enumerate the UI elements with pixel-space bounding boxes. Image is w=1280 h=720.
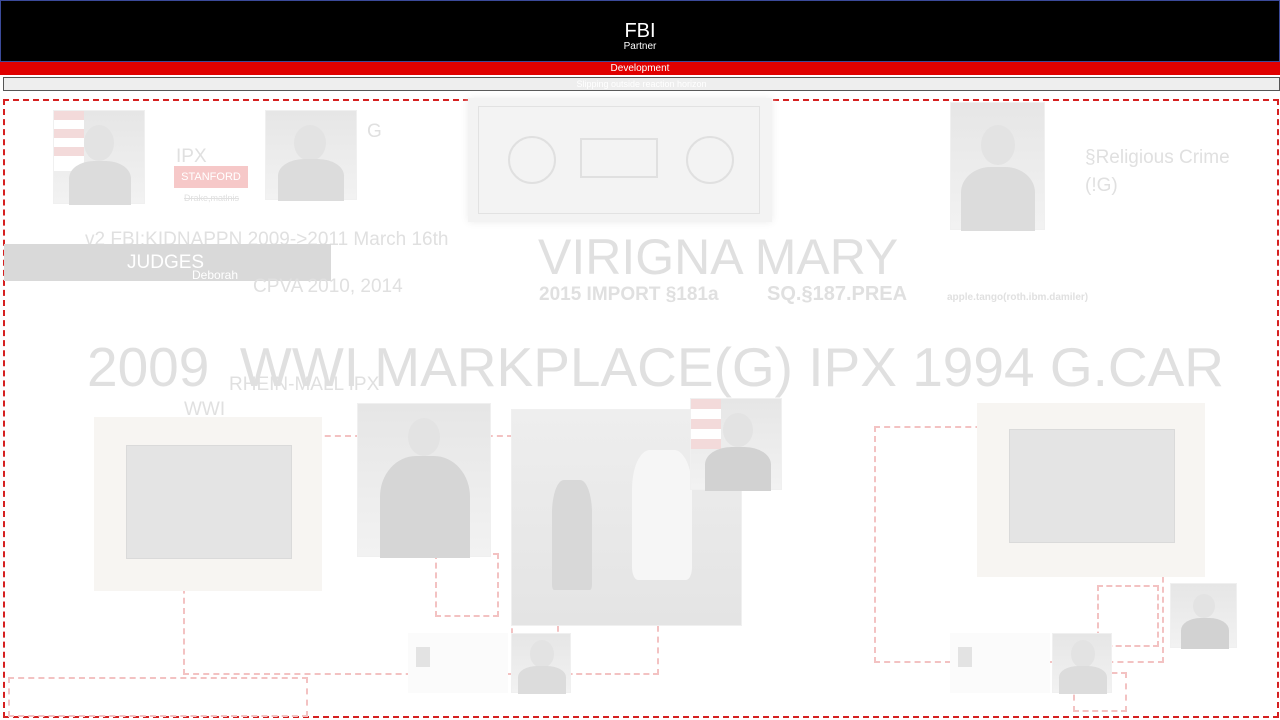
apple-label: apple.tango(roth.ibm.damiler) [947, 292, 1089, 303]
portrait-chancellor-right-photo [1052, 633, 1112, 694]
portrait-woman-photo [53, 110, 145, 205]
engraving-left-image [94, 417, 322, 591]
flag-icon [54, 111, 84, 171]
deborah-label: Deborah [192, 268, 239, 282]
drake-label: Drake,matlnis [184, 193, 240, 203]
engraving-right-image [977, 403, 1205, 577]
flag-icon [691, 399, 721, 449]
portrait-uniform-photo [357, 403, 491, 558]
bundeskanzler-logo-right [950, 633, 1050, 693]
portrait-man-photo [265, 110, 357, 201]
portrait-chancellor-photo [511, 633, 571, 694]
eagle-icon [958, 647, 972, 667]
religious-crime-label: §Religious Crime (!G) [1085, 147, 1230, 196]
portrait-officer-photo [690, 398, 782, 491]
stanford-badge: STANFORD [174, 166, 248, 188]
ipx-label: IPX [176, 146, 207, 167]
status-bar: Slipping outside reaction horizon [3, 77, 1280, 91]
page-title: FBI [624, 20, 656, 42]
bundeskanzler-logo [408, 633, 508, 693]
virigna-mary-label: VIRIGNA MARY [538, 229, 899, 285]
portrait-officer-small-photo [1170, 583, 1237, 649]
g-label: G [367, 121, 382, 142]
rhein-mall-label: RHEIN-MALL IPX [229, 374, 380, 395]
collage-dashed-box-bottom-left [8, 677, 308, 717]
collage-dashed-box-small [435, 553, 499, 617]
cpva-label: CPVA 2010, 2014 [253, 276, 403, 297]
portrait-man-right-photo [950, 102, 1045, 231]
sq-label: SQ.§187.PREA [767, 283, 908, 305]
dollar-bill-image [468, 98, 772, 222]
eagle-icon [416, 647, 430, 667]
import-label: 2015 IMPORT §181a [539, 284, 719, 305]
development-bar: Development [0, 62, 1280, 75]
page-subtitle: Partner [623, 41, 657, 52]
